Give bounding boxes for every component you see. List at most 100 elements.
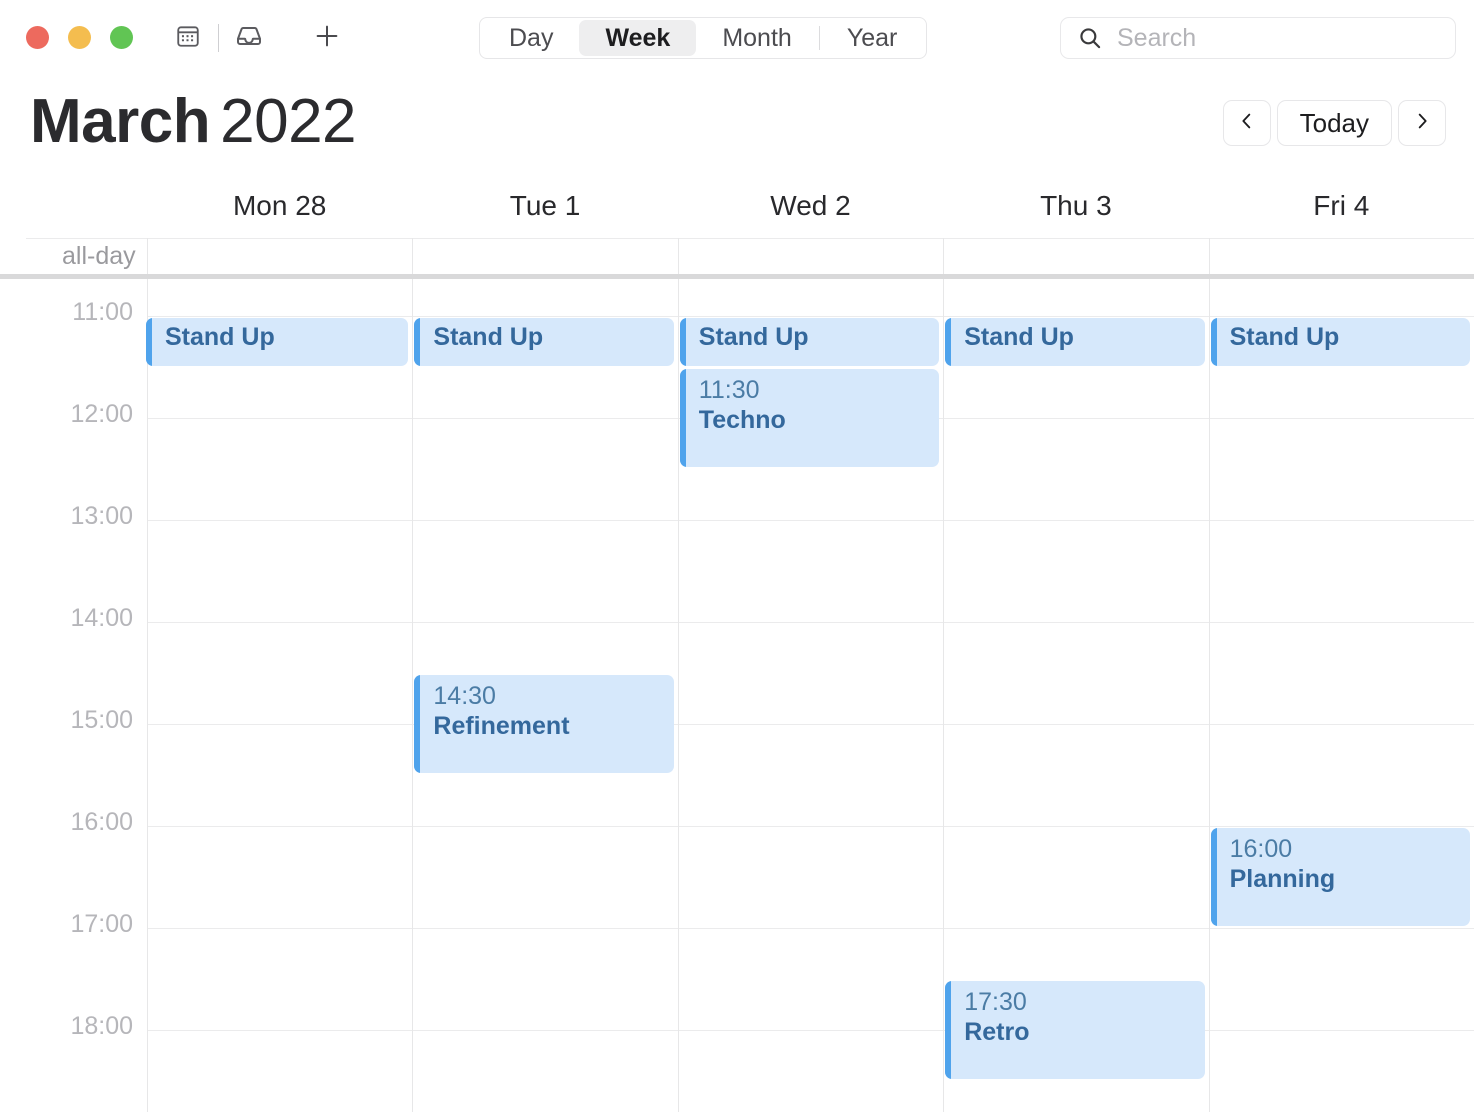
- event-time: 17:30: [964, 988, 1027, 1016]
- day-header-1: Tue 1: [509, 190, 581, 221]
- hour-label-18:00: 18:00: [70, 1012, 133, 1040]
- view-tab-day[interactable]: Day: [483, 20, 579, 56]
- hour-line-13:00: [147, 520, 1474, 521]
- all-day-label: all-day: [62, 242, 136, 270]
- traffic-lights: [26, 26, 133, 49]
- day-header-3: Thu 3: [1040, 190, 1112, 221]
- title-year: 2022: [220, 87, 357, 156]
- event-title: Stand Up: [964, 323, 1074, 351]
- event-accent-bar: [1210, 318, 1217, 366]
- hour-line-16:00: [147, 826, 1474, 827]
- toolbar-icon-group: [168, 18, 347, 58]
- event-title: Stand Up: [433, 323, 544, 351]
- column-divider-1: [412, 279, 414, 1112]
- event-title: Stand Up: [1229, 323, 1340, 351]
- column-divider-2: [677, 279, 679, 1112]
- hour-line-18:00: [147, 1030, 1474, 1031]
- calendar-event[interactable]: Stand Up: [1210, 318, 1470, 366]
- column-divider-3: [943, 279, 945, 1112]
- day-header-4: Fri 4: [1313, 190, 1370, 221]
- event-time: 14:30: [433, 682, 496, 710]
- event-accent-bar: [414, 675, 421, 773]
- title-row: March 2022 Today: [0, 86, 1474, 174]
- search-input[interactable]: [1115, 22, 1439, 54]
- add-event-button[interactable]: [307, 18, 347, 58]
- calendar-window: Day Week Month Year March2022: [0, 0, 1474, 1112]
- hour-label-12:00: 12:00: [70, 400, 133, 428]
- chevron-right-icon: [1411, 110, 1433, 137]
- column-divider-0: [147, 279, 148, 1112]
- inbox-button[interactable]: [229, 18, 269, 58]
- calendar-event[interactable]: 16:00 Planning: [1210, 828, 1470, 926]
- event-accent-bar: [945, 981, 952, 1079]
- column-divider-allday-2: [677, 238, 679, 274]
- view-tab-month[interactable]: Month: [696, 20, 817, 56]
- event-time: 16:00: [1229, 835, 1293, 863]
- calendar-view-button[interactable]: [168, 18, 208, 58]
- window-toolbar: Day Week Month Year: [0, 0, 1474, 76]
- hour-label-14:00: 14:00: [70, 604, 133, 632]
- event-title: Techno: [698, 406, 786, 434]
- event-title: Retro: [964, 1018, 1030, 1046]
- maximize-window-button[interactable]: [110, 26, 133, 49]
- segment-divider: [818, 26, 820, 50]
- all-day-separator: [0, 274, 1474, 279]
- search-icon: [1077, 25, 1103, 51]
- hour-label-15:00: 15:00: [70, 706, 133, 734]
- view-segmented-control[interactable]: Day Week Month Year: [479, 17, 928, 59]
- title-month: March: [30, 87, 211, 156]
- today-button[interactable]: Today: [1276, 100, 1392, 146]
- column-divider-4: [1208, 279, 1210, 1112]
- day-header-2: Wed 2: [770, 190, 851, 221]
- column-divider-allday-3: [943, 238, 945, 274]
- event-title: Stand Up: [165, 323, 275, 351]
- calendar-event[interactable]: Stand Up: [414, 318, 674, 366]
- event-accent-bar: [679, 369, 686, 467]
- chevron-left-icon: [1236, 110, 1258, 137]
- date-navigation: Today: [1222, 100, 1446, 146]
- hour-line-17:00: [147, 928, 1474, 929]
- hour-line-15:00: [147, 724, 1474, 725]
- calendar-week-view: Mon 28 Tue 1 Wed 2 Thu 3 Fri 4 all-day 11:00 1…: [0, 176, 1474, 1112]
- minimize-window-button[interactable]: [68, 26, 91, 49]
- calendar-event[interactable]: 11:30 Techno: [679, 369, 940, 467]
- event-time: 11:30: [698, 376, 760, 404]
- event-accent-bar: [146, 318, 152, 366]
- hour-label-17:00: 17:00: [70, 910, 133, 938]
- calendar-event[interactable]: 17:30 Retro: [945, 981, 1205, 1079]
- close-window-button[interactable]: [26, 26, 49, 49]
- search-box[interactable]: [1060, 17, 1456, 59]
- event-accent-bar: [1210, 828, 1217, 926]
- view-tab-year[interactable]: Year: [821, 20, 924, 56]
- column-divider-allday-1: [412, 238, 414, 274]
- view-tab-week[interactable]: Week: [579, 20, 697, 56]
- inbox-icon: [234, 21, 264, 56]
- page-title: March 2022: [30, 86, 357, 157]
- calendar-event[interactable]: Stand Up: [945, 318, 1205, 366]
- calendar-event[interactable]: Stand Up: [146, 318, 409, 366]
- toolbar-divider: [218, 24, 219, 52]
- previous-week-button[interactable]: [1222, 100, 1271, 146]
- calendar-grid[interactable]: all-day 11:00 12:00 13:00 14:00 15:00 16:00 17:…: [0, 238, 1474, 1112]
- column-divider-allday-0: [147, 238, 148, 274]
- event-accent-bar: [945, 318, 952, 366]
- event-title: Refinement: [433, 712, 570, 740]
- hour-line-11:00: [147, 316, 1474, 317]
- event-accent-bar: [679, 318, 686, 366]
- grid-line-top: [26, 238, 1474, 239]
- calendar-event[interactable]: Stand Up: [679, 318, 940, 366]
- calendar-icon: [175, 23, 201, 54]
- hour-line-14:00: [147, 622, 1474, 623]
- hour-label-13:00: 13:00: [70, 502, 133, 530]
- next-week-button[interactable]: [1398, 100, 1446, 146]
- plus-icon: [312, 21, 342, 56]
- day-header-0: Mon 28: [232, 190, 327, 221]
- calendar-event[interactable]: 14:30 Refinement: [414, 675, 674, 773]
- hour-label-11:00: 11:00: [72, 298, 133, 326]
- column-divider-allday-4: [1208, 238, 1210, 274]
- hour-label-16:00: 16:00: [70, 808, 133, 836]
- event-title: Planning: [1229, 865, 1336, 893]
- event-title: Stand Up: [698, 323, 809, 351]
- event-accent-bar: [414, 318, 421, 366]
- day-header-row: Mon 28 Tue 1 Wed 2 Thu 3 Fri 4: [0, 176, 1474, 238]
